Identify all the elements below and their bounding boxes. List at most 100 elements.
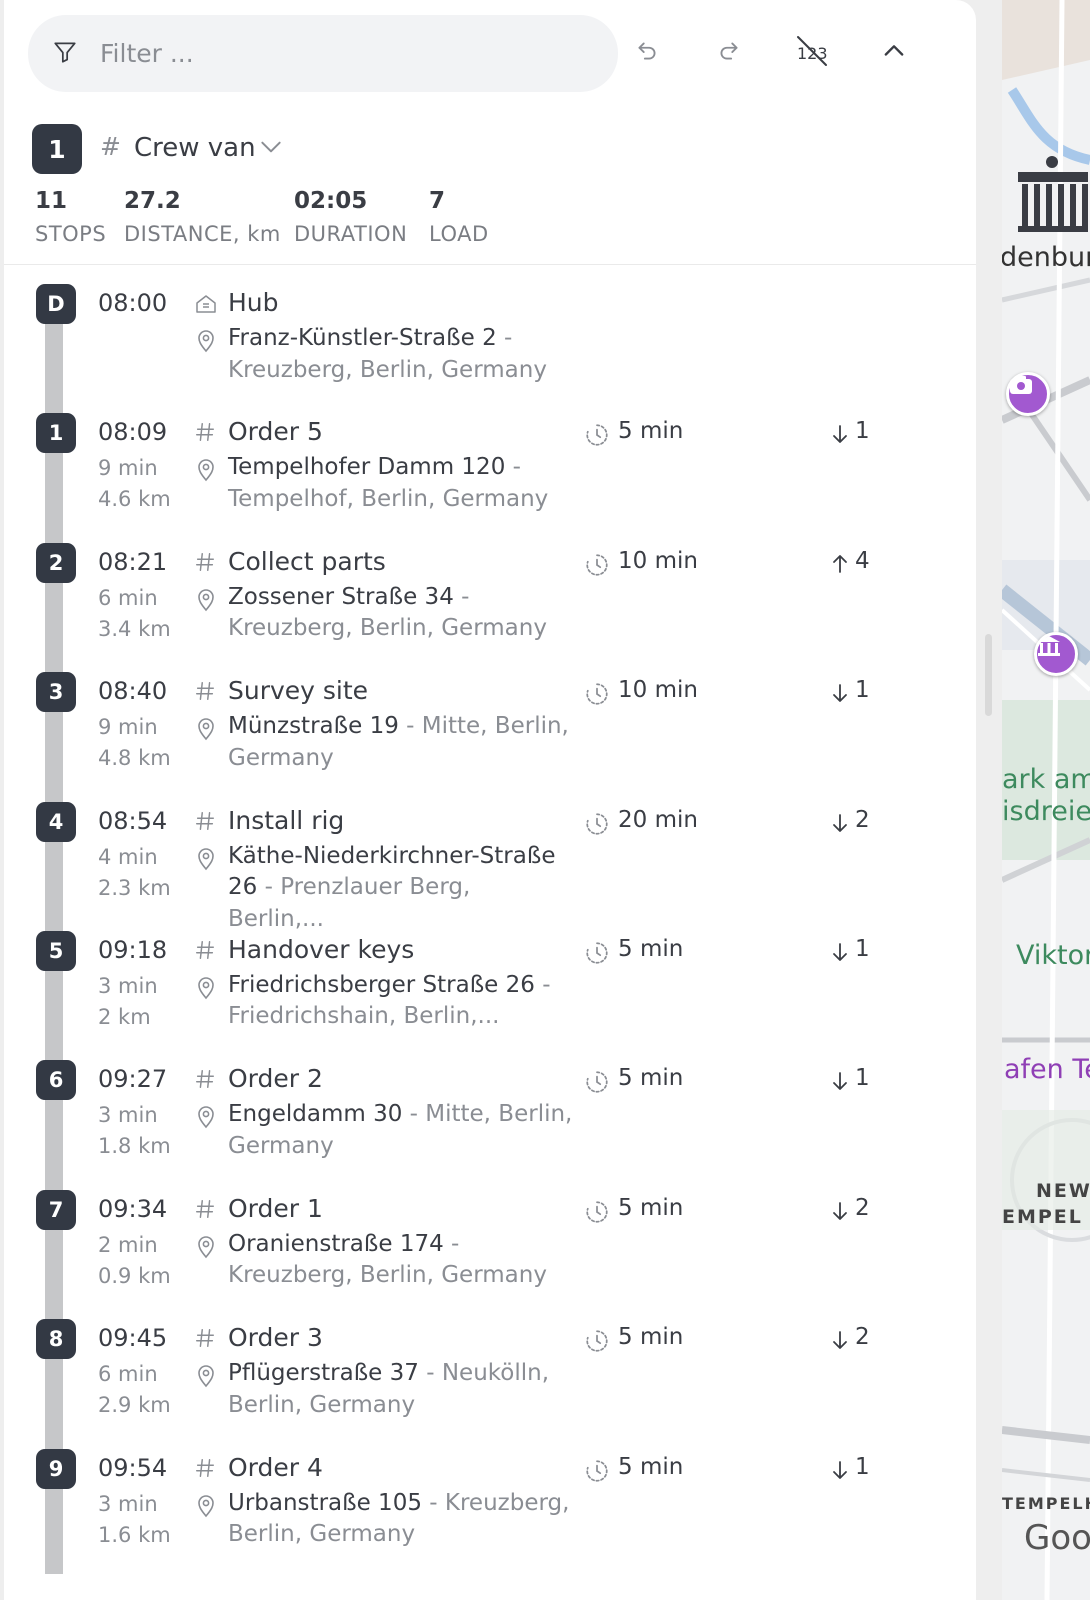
address-street: Engeldamm 30 [228, 1101, 403, 1128]
filter-input[interactable] [100, 39, 580, 68]
arrow-down-icon [830, 1200, 850, 1226]
filter-icon [52, 39, 78, 69]
stop-name[interactable]: Order 1 [228, 1194, 323, 1223]
stop-row[interactable]: 1 08:09 9 min 4.6 km Order 5 Tempelhofer… [4, 409, 976, 539]
address-street: Pflügerstraße 37 [228, 1360, 419, 1387]
service-time: 10 min [618, 547, 698, 574]
stop-row[interactable]: D 08:00 Hub Franz-Künstler-Straße 2 - Kr… [4, 280, 976, 410]
service-time: 5 min [618, 418, 684, 445]
stop-name[interactable]: Handover keys [228, 935, 414, 964]
filter-box[interactable] [28, 15, 618, 92]
depot-icon [194, 292, 218, 320]
address-street: Franz-Künstler-Straße 2 [228, 325, 497, 351]
stop-name[interactable]: Hub [228, 288, 279, 317]
stop-number-badge: D [36, 284, 76, 324]
vehicle-name[interactable]: Crew van [134, 133, 256, 163]
drive-time: 6 min [98, 585, 158, 610]
service-time: 10 min [618, 677, 698, 704]
stop-name[interactable]: Collect parts [228, 547, 386, 576]
stop-number-badge: 2 [36, 542, 76, 583]
collapse-button[interactable] [871, 30, 917, 76]
panel-scrollbar[interactable] [985, 634, 992, 716]
location-pin-icon [194, 587, 218, 617]
stop-time: 08:40 [98, 677, 168, 706]
service-time-icon [584, 811, 610, 841]
stop-name[interactable]: Order 3 [228, 1323, 323, 1352]
stop-row[interactable]: 3 08:40 9 min 4.8 km Survey site Münzstr… [4, 668, 976, 798]
stop-number-badge: 3 [36, 672, 76, 713]
stat-distance: 27.2 DISTANCE, km [124, 188, 281, 246]
stat-label: DISTANCE, km [124, 222, 281, 246]
load-change: 1 [855, 935, 870, 962]
service-time: 5 min [618, 1453, 684, 1480]
service-time-icon [584, 681, 610, 711]
address-street: Oranienstraße 174 [228, 1230, 444, 1257]
load-change: 2 [855, 1324, 870, 1351]
location-pin-icon [194, 975, 218, 1005]
undo-button[interactable] [624, 30, 670, 76]
camera-pin-icon[interactable] [1006, 372, 1050, 416]
load-change: 1 [855, 1453, 870, 1480]
chevron-down-icon[interactable] [258, 134, 284, 164]
stop-address: Tempelhofer Damm 120 - Tempelhof, Berlin… [228, 452, 573, 515]
numbers-off-icon: 123 [794, 35, 830, 71]
stop-number-badge: 4 [36, 801, 76, 842]
hash-icon [194, 1068, 216, 1094]
address-street: Tempelhofer Damm 120 [228, 454, 506, 481]
museum-pin-icon[interactable] [1034, 632, 1078, 676]
hash-icon [194, 1198, 216, 1224]
google-logo: Goo [1024, 1518, 1090, 1558]
location-pin-icon [194, 457, 218, 487]
service-time: 5 min [618, 1065, 684, 1092]
stop-row[interactable]: 9 09:54 3 min 1.6 km Order 4 Urbanstraße… [4, 1444, 976, 1574]
vehicle-index-badge: 1 [32, 124, 82, 174]
stop-row[interactable]: 8 09:45 6 min 2.9 km Order 3 Pflügerstra… [4, 1315, 976, 1445]
address-street: Zossener Straße 34 [228, 583, 454, 610]
redo-button[interactable] [706, 30, 752, 76]
stop-row[interactable]: 6 09:27 3 min 1.8 km Order 2 Engeldamm 3… [4, 1056, 976, 1186]
stop-time: 08:09 [98, 418, 168, 447]
arrow-down-icon [830, 682, 850, 708]
stop-address: Franz-Künstler-Straße 2 - Kreuzberg, Ber… [228, 323, 573, 386]
location-pin-icon [194, 1493, 218, 1523]
hash-icon [194, 421, 216, 447]
load-change: 1 [855, 418, 870, 445]
stop-row[interactable]: 2 08:21 6 min 3.4 km Collect parts Zosse… [4, 538, 976, 669]
address-street: Friedrichsberger Straße 26 [228, 971, 535, 998]
drive-distance: 3.4 km [98, 616, 171, 641]
load-change: 1 [855, 1065, 870, 1092]
stop-name[interactable]: Install rig [228, 806, 344, 835]
stop-time: 08:54 [98, 806, 168, 835]
stat-label: STOPS [35, 222, 107, 246]
hide-numbers-button[interactable]: 123 [789, 30, 835, 76]
drive-time: 3 min [98, 1491, 158, 1516]
drive-distance: 0.9 km [98, 1263, 171, 1288]
stop-row[interactable]: 4 08:54 4 min 2.3 km Install rig Käthe-N… [4, 797, 976, 932]
stop-row[interactable]: 7 09:34 2 min 0.9 km Order 1 Oranienstra… [4, 1185, 976, 1316]
stop-address: Friedrichsberger Straße 26 - Friedrichsh… [228, 970, 573, 1033]
location-pin-icon [194, 716, 218, 746]
arrow-down-icon [830, 1070, 850, 1096]
drive-time: 2 min [98, 1232, 158, 1257]
stop-name[interactable]: Order 4 [228, 1453, 323, 1482]
load-change: 2 [855, 806, 870, 833]
service-time-icon [584, 1199, 610, 1229]
arrow-down-icon [830, 941, 850, 967]
map-label-tempelhof: TEMPELH [1002, 1494, 1090, 1513]
stop-name[interactable]: Survey site [228, 676, 368, 705]
stop-time: 09:54 [98, 1453, 168, 1482]
load-change: 1 [855, 677, 870, 704]
map-view[interactable]: denburg ark am isdreiec Viktor afen Te N… [1002, 0, 1090, 1600]
load-change: 2 [855, 1194, 870, 1221]
location-pin-icon [194, 846, 218, 876]
drive-distance: 2.9 km [98, 1393, 171, 1418]
hash-icon [194, 1327, 216, 1353]
stop-row[interactable]: 5 09:18 3 min 2 km Handover keys Friedri… [4, 926, 976, 1057]
stop-name[interactable]: Order 2 [228, 1064, 323, 1093]
hash-icon [194, 551, 216, 577]
stop-name[interactable]: Order 5 [228, 417, 323, 446]
stop-time: 09:27 [98, 1065, 168, 1094]
stop-number-badge: 5 [36, 930, 76, 971]
location-pin-icon [194, 1104, 218, 1134]
map-label-new-tempelhof-1: NEW [1036, 1180, 1090, 1202]
